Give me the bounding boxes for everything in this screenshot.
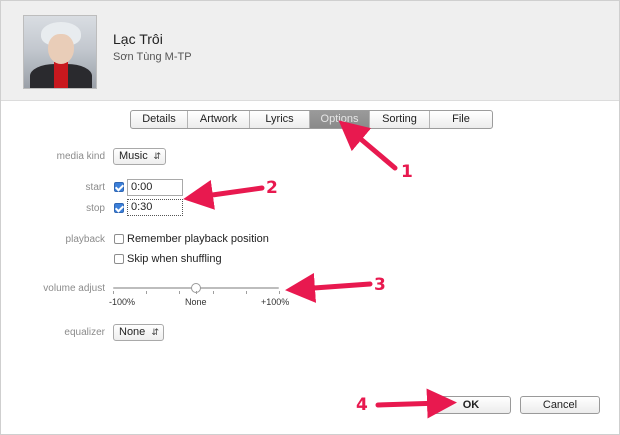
tab-lyrics[interactable]: Lyrics (250, 111, 310, 128)
artwork-figure-face (48, 34, 74, 64)
stop-time-field[interactable]: 0:30 (127, 199, 183, 216)
ok-button[interactable]: OK (431, 396, 511, 414)
volume-max-label: +100% (261, 297, 290, 307)
volume-ticks (113, 291, 280, 295)
volume-tick (146, 291, 148, 294)
skip-shuffling-checkbox[interactable] (114, 254, 124, 264)
artwork-figure-scarf (54, 62, 68, 88)
volume-mid-label: None (185, 297, 207, 307)
select-chevron-icon: ⇵ (153, 151, 161, 161)
volume-tick (179, 291, 181, 294)
select-chevron-icon: ⇵ (151, 327, 159, 337)
annotation-number-3: 3 (374, 275, 386, 295)
track-artist: Sơn Tùng M-TP (113, 51, 192, 63)
dialog-header: Lạc Trôi Sơn Tùng M-TP (1, 1, 619, 101)
tab-sorting[interactable]: Sorting (370, 111, 430, 128)
annotation-number-1: 1 (401, 162, 413, 182)
annotation-number-2: 2 (266, 178, 278, 198)
tab-artwork[interactable]: Artwork (188, 111, 250, 128)
remember-position-label: Remember playback position (127, 233, 269, 245)
song-info-dialog: Lạc Trôi Sơn Tùng M-TP Details Artwork L… (0, 0, 620, 435)
stop-label: stop (86, 203, 105, 214)
cancel-button[interactable]: Cancel (520, 396, 600, 414)
start-time-field[interactable]: 0:00 (127, 179, 183, 196)
media-kind-select[interactable]: Music ⇵ (113, 148, 166, 165)
volume-adjust-label: volume adjust (43, 283, 105, 294)
start-label: start (85, 182, 105, 193)
volume-tick (245, 291, 247, 294)
media-kind-label: media kind (56, 151, 105, 162)
media-kind-value: Music (119, 150, 148, 162)
tab-bar: Details Artwork Lyrics Options Sorting F… (130, 110, 493, 129)
tab-options[interactable]: Options (310, 111, 370, 128)
start-checkbox[interactable] (114, 182, 124, 192)
stop-checkbox[interactable] (114, 203, 124, 213)
volume-tick (113, 291, 114, 294)
volume-tick (279, 291, 280, 294)
album-artwork (23, 15, 97, 89)
playback-label: playback (65, 234, 105, 245)
equalizer-label: equalizer (64, 327, 105, 338)
annotation-number-4: 4 (356, 395, 368, 415)
tab-file[interactable]: File (430, 111, 492, 128)
remember-position-checkbox[interactable] (114, 234, 124, 244)
track-title: Lạc Trôi (113, 31, 163, 47)
volume-tick (212, 291, 214, 294)
equalizer-select[interactable]: None ⇵ (113, 324, 164, 341)
equalizer-value: None (119, 326, 146, 338)
volume-min-label: -100% (109, 297, 136, 307)
tab-details[interactable]: Details (131, 111, 188, 128)
volume-slider[interactable] (113, 283, 279, 293)
volume-tick (196, 291, 197, 294)
skip-shuffling-label: Skip when shuffling (127, 253, 222, 265)
